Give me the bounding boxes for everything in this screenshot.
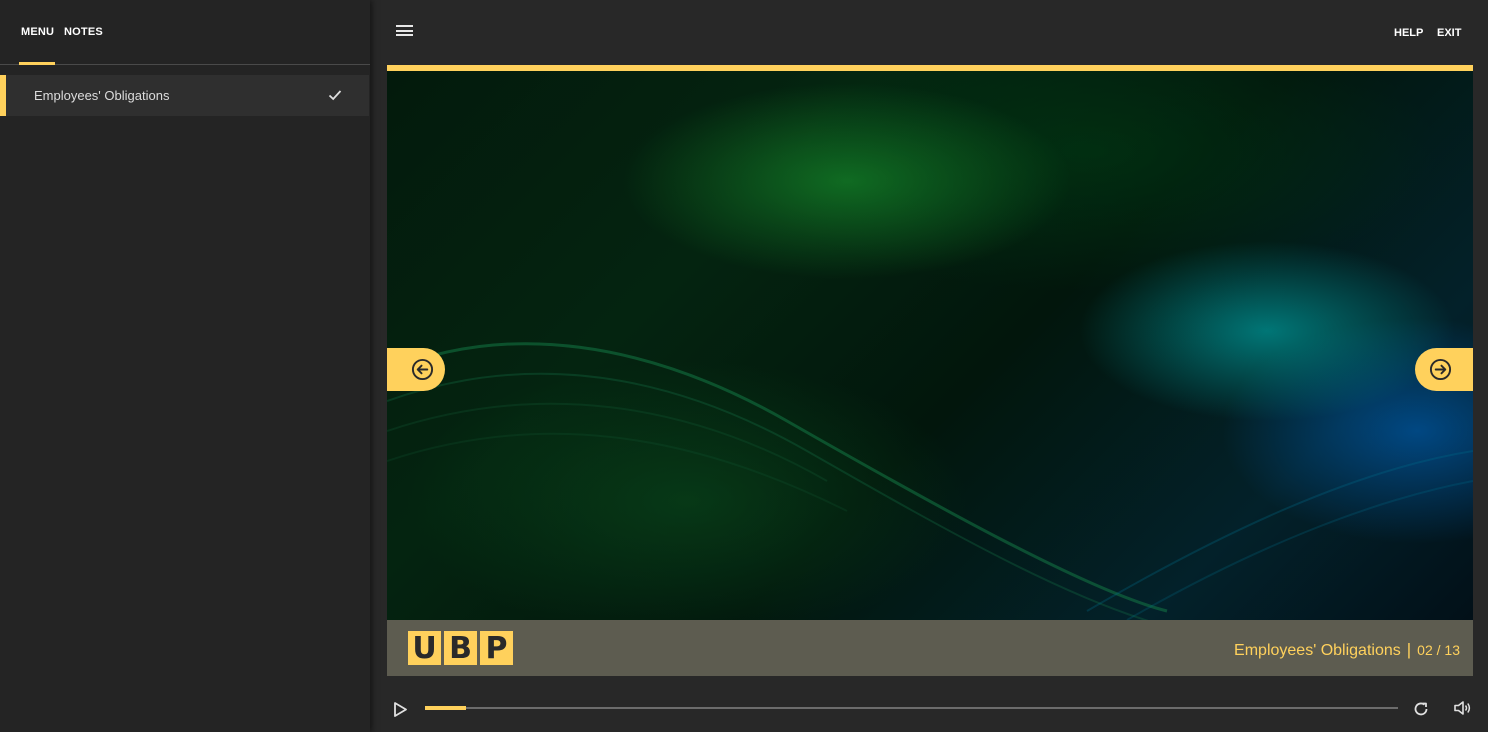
progress-fill [425, 706, 466, 710]
arrow-left-circle-icon [411, 358, 434, 381]
help-link[interactable]: HELP [1394, 27, 1423, 39]
logo-letter: B [444, 631, 477, 666]
slide-title: Employees' Obligations [1234, 642, 1401, 659]
slide-footer: U B P Employees' Obligations | 02 / 13 [387, 620, 1473, 676]
play-icon[interactable] [393, 702, 407, 717]
previous-slide-button[interactable] [387, 348, 445, 391]
menu-item-label: Employees' Obligations [34, 88, 170, 103]
sidebar: MENU NOTES Employees' Obligations [0, 0, 370, 732]
active-tab-indicator [19, 62, 55, 65]
menu-item-employees-obligations[interactable]: Employees' Obligations [0, 75, 369, 116]
progress-bar[interactable] [425, 706, 1398, 710]
tab-menu[interactable]: MENU [21, 26, 54, 38]
slide-title-bar: Employees' Obligations | 02 / 13 [1234, 640, 1460, 660]
menu-item-active-marker [0, 75, 6, 116]
logo-letter: P [480, 631, 513, 666]
volume-icon[interactable] [1454, 700, 1472, 716]
wave-graphic [387, 342, 1473, 620]
slide-viewer: U B P Employees' Obligations | 02 / 13 [387, 65, 1473, 676]
title-separator: | [1406, 640, 1412, 659]
exit-link[interactable]: EXIT [1437, 27, 1461, 39]
hamburger-icon[interactable] [396, 25, 414, 39]
page-counter: 02 / 13 [1417, 642, 1460, 658]
slide-top-bar [387, 65, 1473, 71]
main-content: HELP EXIT U B P Employees' Obligations |… [371, 0, 1488, 732]
tab-notes[interactable]: NOTES [64, 26, 103, 38]
check-icon [328, 90, 342, 101]
replay-icon[interactable] [1412, 700, 1430, 718]
next-slide-button[interactable] [1415, 348, 1473, 391]
arrow-right-circle-icon [1429, 358, 1452, 381]
sidebar-tabs: MENU NOTES [0, 0, 370, 65]
slide-background-image [387, 71, 1473, 620]
ubp-logo: U B P [408, 631, 513, 666]
logo-letter: U [408, 631, 441, 666]
